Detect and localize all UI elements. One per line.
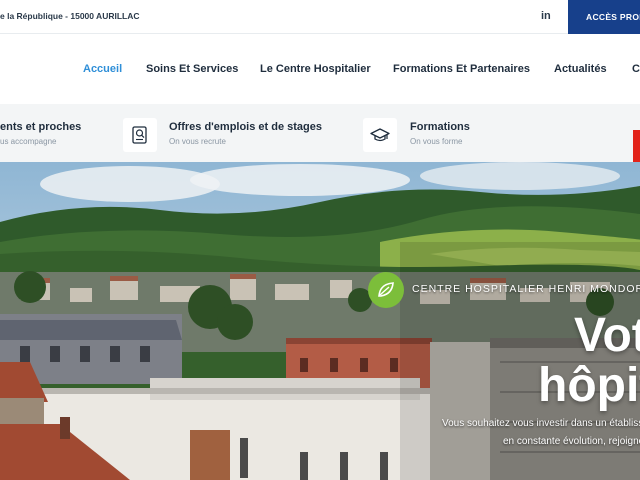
nav-item-formations-partenaires[interactable]: Formations Et Partenaires <box>393 63 530 75</box>
page: e la République - 15000 AURILLAC in ACCÈ… <box>0 0 640 480</box>
leaf-logo-icon <box>368 272 404 308</box>
hero-hospital-label: CENTRE HOSPITALIER HENRI MONDOR D'AURILL… <box>412 283 640 295</box>
hero-photo-aurillac <box>0 162 640 480</box>
linkedin-icon[interactable]: in <box>541 10 551 22</box>
subnav-training-title[interactable]: Formations <box>410 121 470 133</box>
subnav-patients-subtitle: us accompagne <box>0 137 57 146</box>
hero-headline-line2: hôpital <box>538 359 640 412</box>
nav-item-centre-hospitalier[interactable]: Le Centre Hospitalier <box>260 63 371 75</box>
hospital-address: e la République - 15000 AURILLAC <box>0 11 140 21</box>
hero-headline-line1: Votre <box>574 309 640 362</box>
nav-item-accueil[interactable]: Accueil <box>83 63 122 75</box>
nav-item-actualites[interactable]: Actualités <box>554 63 607 75</box>
subnav-jobs-subtitle: On vous recrute <box>169 137 226 146</box>
subnav-training-subtitle: On vous forme <box>410 137 463 146</box>
secondary-navigation: ents et proches us accompagne Offres d'e… <box>0 104 640 162</box>
subnav-jobs-title[interactable]: Offres d'emplois et de stages <box>169 121 322 133</box>
professional-access-button[interactable]: ACCÈS PROFESSIONNELS <box>568 0 640 34</box>
nav-item-soins-et-services[interactable]: Soins Et Services <box>146 63 238 75</box>
subnav-patients-title[interactable]: ents et proches <box>0 121 81 133</box>
job-offer-icon[interactable] <box>123 118 157 152</box>
graduation-cap-icon[interactable] <box>363 118 397 152</box>
red-side-tab[interactable] <box>633 130 640 162</box>
main-navigation: Accueil Soins Et Services Le Centre Hosp… <box>0 34 640 104</box>
hero-text-line2: en constante évolution, rejoignez-nous ! <box>503 436 640 447</box>
hero-text-line1: Vous souhaitez vous investir dans un éta… <box>442 418 640 429</box>
top-bar: e la République - 15000 AURILLAC in ACCÈ… <box>0 0 640 34</box>
hero-banner: CENTRE HOSPITALIER HENRI MONDOR D'AURILL… <box>0 162 640 480</box>
nav-item-contact[interactable]: Contact <box>632 63 640 75</box>
